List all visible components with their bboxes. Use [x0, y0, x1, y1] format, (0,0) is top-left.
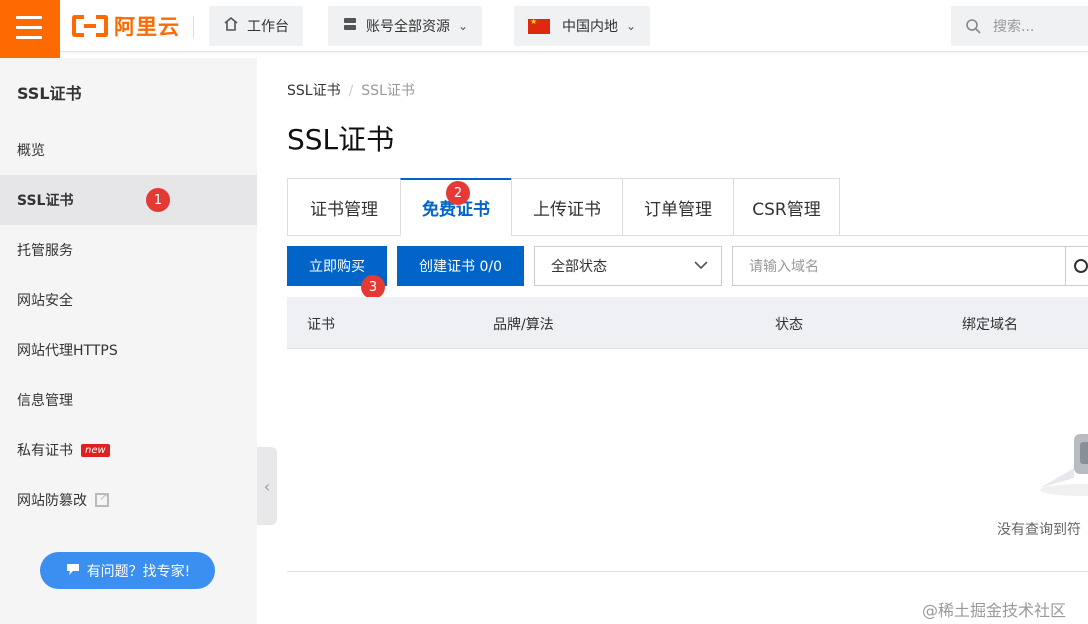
status-select[interactable]: 全部状态	[534, 246, 722, 286]
domain-search-button[interactable]	[1066, 246, 1088, 286]
breadcrumb-link[interactable]: SSL证书	[287, 83, 341, 99]
divider	[287, 571, 1088, 572]
search-placeholder: 搜索...	[993, 19, 1035, 35]
annotation-badge-1: 1	[146, 188, 170, 212]
aliyun-logo[interactable]: 阿里云	[72, 12, 180, 40]
domain-placeholder: 请输入域名	[749, 259, 819, 275]
top-bar: 阿里云 工作台 账号全部资源 ⌄ 中国内地 ⌄ 搜索...	[0, 0, 1088, 58]
chevron-down-icon	[693, 257, 709, 277]
create-cert-label: 创建证书 0/0	[419, 259, 502, 275]
create-cert-button[interactable]: 创建证书 0/0	[397, 246, 524, 286]
region-dropdown[interactable]: 中国内地 ⌄	[514, 6, 651, 46]
sidebar-item-label: 信息管理	[17, 393, 73, 409]
server-icon	[342, 16, 358, 36]
empty-state-illustration	[1040, 434, 1088, 496]
sidebar: SSL证书 概览 SSL证书 1 托管服务 网站安全 网站代理HTTPS 信息管…	[0, 58, 257, 624]
sidebar-item-label: 概览	[17, 143, 45, 159]
tab-cert-management[interactable]: 证书管理	[287, 178, 400, 236]
annotation-badge-2: 2	[446, 181, 470, 205]
breadcrumb-current: SSL证书	[361, 83, 415, 99]
global-search-input[interactable]: 搜索...	[951, 6, 1088, 46]
buy-now-label: 立即购买	[309, 259, 365, 275]
sidebar-item-label: 网站安全	[17, 293, 73, 309]
resources-dropdown[interactable]: 账号全部资源 ⌄	[328, 6, 483, 46]
search-icon	[1074, 259, 1088, 273]
chat-icon	[65, 561, 81, 581]
logo-mark-icon	[72, 15, 108, 37]
column-header: 状态	[775, 317, 803, 333]
sidebar-title: SSL证书	[17, 84, 82, 103]
sidebar-item-hosting[interactable]: 托管服务	[0, 225, 257, 275]
sidebar-item-https-proxy[interactable]: 网站代理HTTPS	[0, 325, 257, 375]
tab-bar: 证书管理 免费证书 2 上传证书 订单管理 CSR管理	[287, 178, 840, 236]
sidebar-item-overview[interactable]: 概览	[0, 125, 257, 175]
resources-label: 账号全部资源	[366, 19, 450, 35]
annotation-badge-3: 3	[361, 275, 385, 299]
column-header: 证书	[307, 317, 335, 333]
chevron-down-icon: ⌄	[626, 19, 637, 33]
tab-free-cert[interactable]: 免费证书 2	[400, 178, 511, 236]
tab-label: 订单管理	[644, 199, 712, 220]
breadcrumb-separator: /	[348, 83, 354, 99]
tab-label: 上传证书	[533, 199, 601, 220]
sidebar-collapse-handle[interactable]: ‹	[257, 447, 277, 525]
domain-search-input[interactable]: 请输入域名	[732, 246, 1066, 286]
ask-expert-button[interactable]: 有问题？找专家!	[40, 552, 215, 589]
external-link-icon	[95, 489, 109, 507]
home-icon	[223, 16, 239, 36]
table-header: 证书 品牌/算法 状态 绑定域名	[287, 297, 1088, 349]
sidebar-item-private-cert[interactable]: 私有证书 new	[0, 425, 257, 475]
sidebar-item-ssl-cert[interactable]: SSL证书 1	[0, 175, 257, 225]
sidebar-item-tamper-protection[interactable]: 网站防篡改	[0, 475, 257, 525]
sidebar-item-label: 网站代理HTTPS	[17, 343, 118, 359]
china-flag-icon	[528, 17, 550, 34]
workbench-button[interactable]: 工作台	[209, 6, 303, 46]
sidebar-item-label: 私有证书	[17, 443, 73, 459]
logo-text: 阿里云	[114, 15, 180, 39]
tab-order-management[interactable]: 订单管理	[622, 178, 733, 236]
chevron-left-icon: ‹	[263, 476, 271, 496]
sidebar-item-info-management[interactable]: 信息管理	[0, 375, 257, 425]
workbench-label: 工作台	[247, 19, 289, 35]
breadcrumb: SSL证书 / SSL证书	[287, 80, 415, 100]
tab-label: 证书管理	[310, 199, 378, 220]
column-header: 绑定域名	[962, 317, 1018, 333]
tabs-baseline	[840, 235, 1088, 236]
region-label: 中国内地	[562, 19, 618, 35]
ask-expert-label: 有问题？找专家!	[86, 563, 191, 580]
chevron-down-icon: ⌄	[458, 19, 469, 33]
search-icon	[966, 19, 981, 34]
tab-csr-management[interactable]: CSR管理	[733, 178, 840, 236]
sidebar-item-label: 托管服务	[17, 243, 73, 259]
divider	[193, 16, 194, 38]
page-title: SSL证书	[287, 123, 395, 156]
column-header: 品牌/算法	[493, 317, 554, 333]
sidebar-item-label: 网站防篡改	[17, 493, 87, 509]
status-select-value: 全部状态	[551, 259, 607, 275]
sidebar-item-label: SSL证书	[17, 193, 74, 209]
empty-state-text: 没有查询到符	[997, 522, 1081, 538]
new-badge: new	[81, 443, 110, 457]
watermark: @稀土掘金技术社区	[922, 601, 1067, 620]
tab-upload-cert[interactable]: 上传证书	[511, 178, 622, 236]
menu-icon[interactable]	[0, 0, 60, 58]
sidebar-item-site-security[interactable]: 网站安全	[0, 275, 257, 325]
tab-label: CSR管理	[752, 199, 821, 220]
